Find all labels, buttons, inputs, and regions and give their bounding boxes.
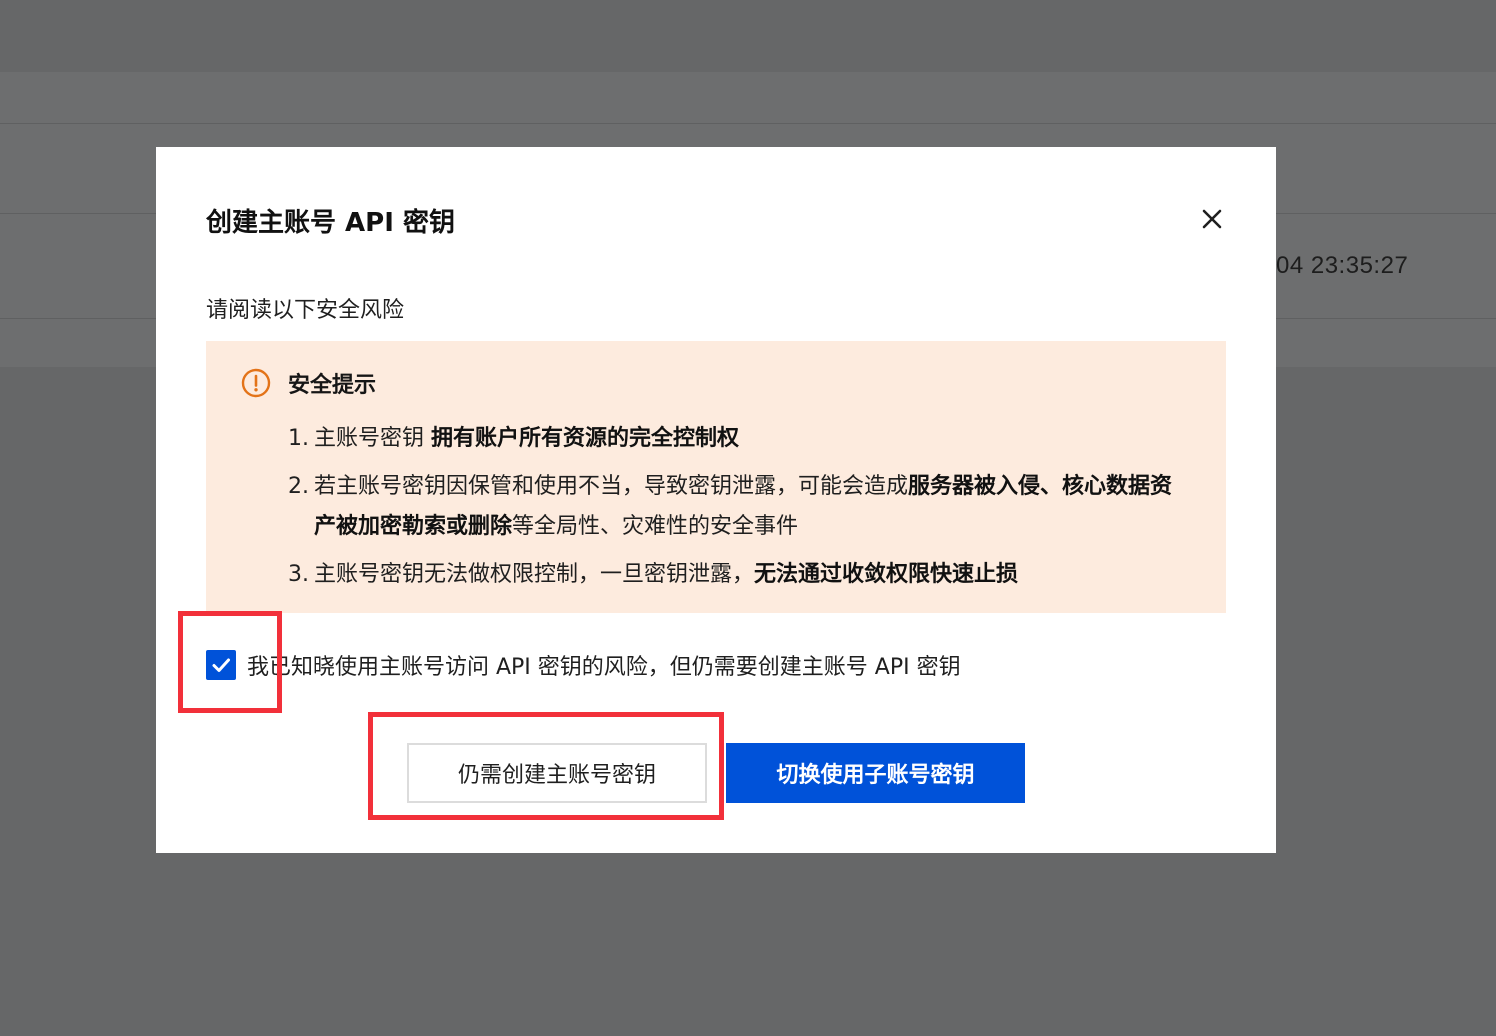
notice-item-text: 主账号密钥 <box>314 426 431 451</box>
notice-item-emphasis: 拥有账户所有资源的完全控制权 <box>431 426 740 451</box>
notice-item-number: 2. <box>288 474 309 499</box>
acknowledge-checkbox[interactable] <box>206 650 236 680</box>
notice-item-emphasis: 无法通过收敛权限快速止损 <box>754 562 1019 587</box>
checkmark-icon <box>212 658 230 672</box>
dialog-title: 创建主账号 API 密钥 <box>206 208 455 238</box>
notice-item-text: 等全局性、灾难性的安全事件 <box>512 514 799 539</box>
still-create-main-key-button[interactable]: 仍需创建主账号密钥 <box>407 743 707 803</box>
notice-list-item: 1. 主账号密钥 拥有账户所有资源的完全控制权 <box>288 419 1188 459</box>
switch-to-sub-account-key-button[interactable]: 切换使用子账号密钥 <box>726 743 1025 803</box>
acknowledge-row: 我已知晓使用主账号访问 API 密钥的风险，但仍需要创建主账号 API 密钥 <box>206 649 961 681</box>
notice-item-number: 1. <box>288 426 309 451</box>
acknowledge-label[interactable]: 我已知晓使用主账号访问 API 密钥的风险，但仍需要创建主账号 API 密钥 <box>247 649 961 681</box>
exclamation-circle-icon <box>241 368 271 398</box>
dialog-intro-text: 请阅读以下安全风险 <box>206 298 405 323</box>
notice-item-text: 若主账号密钥因保管和使用不当，导致密钥泄露，可能会造成 <box>314 474 909 499</box>
create-api-key-dialog: 创建主账号 API 密钥 请阅读以下安全风险 安全提示 1. 主账号密钥 拥有账户… <box>156 147 1276 853</box>
notice-title: 安全提示 <box>288 373 377 398</box>
security-notice: 安全提示 1. 主账号密钥 拥有账户所有资源的完全控制权 2. 若主账号密钥因保管和使… <box>206 341 1226 613</box>
notice-list-item: 2. 若主账号密钥因保管和使用不当，导致密钥泄露，可能会造成服务器被入侵、核心数据… <box>288 467 1188 547</box>
notice-list: 1. 主账号密钥 拥有账户所有资源的完全控制权 2. 若主账号密钥因保管和使用不当，导… <box>288 419 1188 603</box>
notice-item-text: 主账号密钥无法做权限控制，一旦密钥泄露， <box>314 562 755 587</box>
notice-list-item: 3. 主账号密钥无法做权限控制，一旦密钥泄露，无法通过收敛权限快速止损 <box>288 555 1188 595</box>
close-button[interactable] <box>1198 205 1226 233</box>
close-icon <box>1202 209 1222 229</box>
notice-item-number: 3. <box>288 562 309 587</box>
background-header-band <box>0 72 1496 124</box>
background-timestamp: 04 23:35:27 <box>1276 252 1409 279</box>
